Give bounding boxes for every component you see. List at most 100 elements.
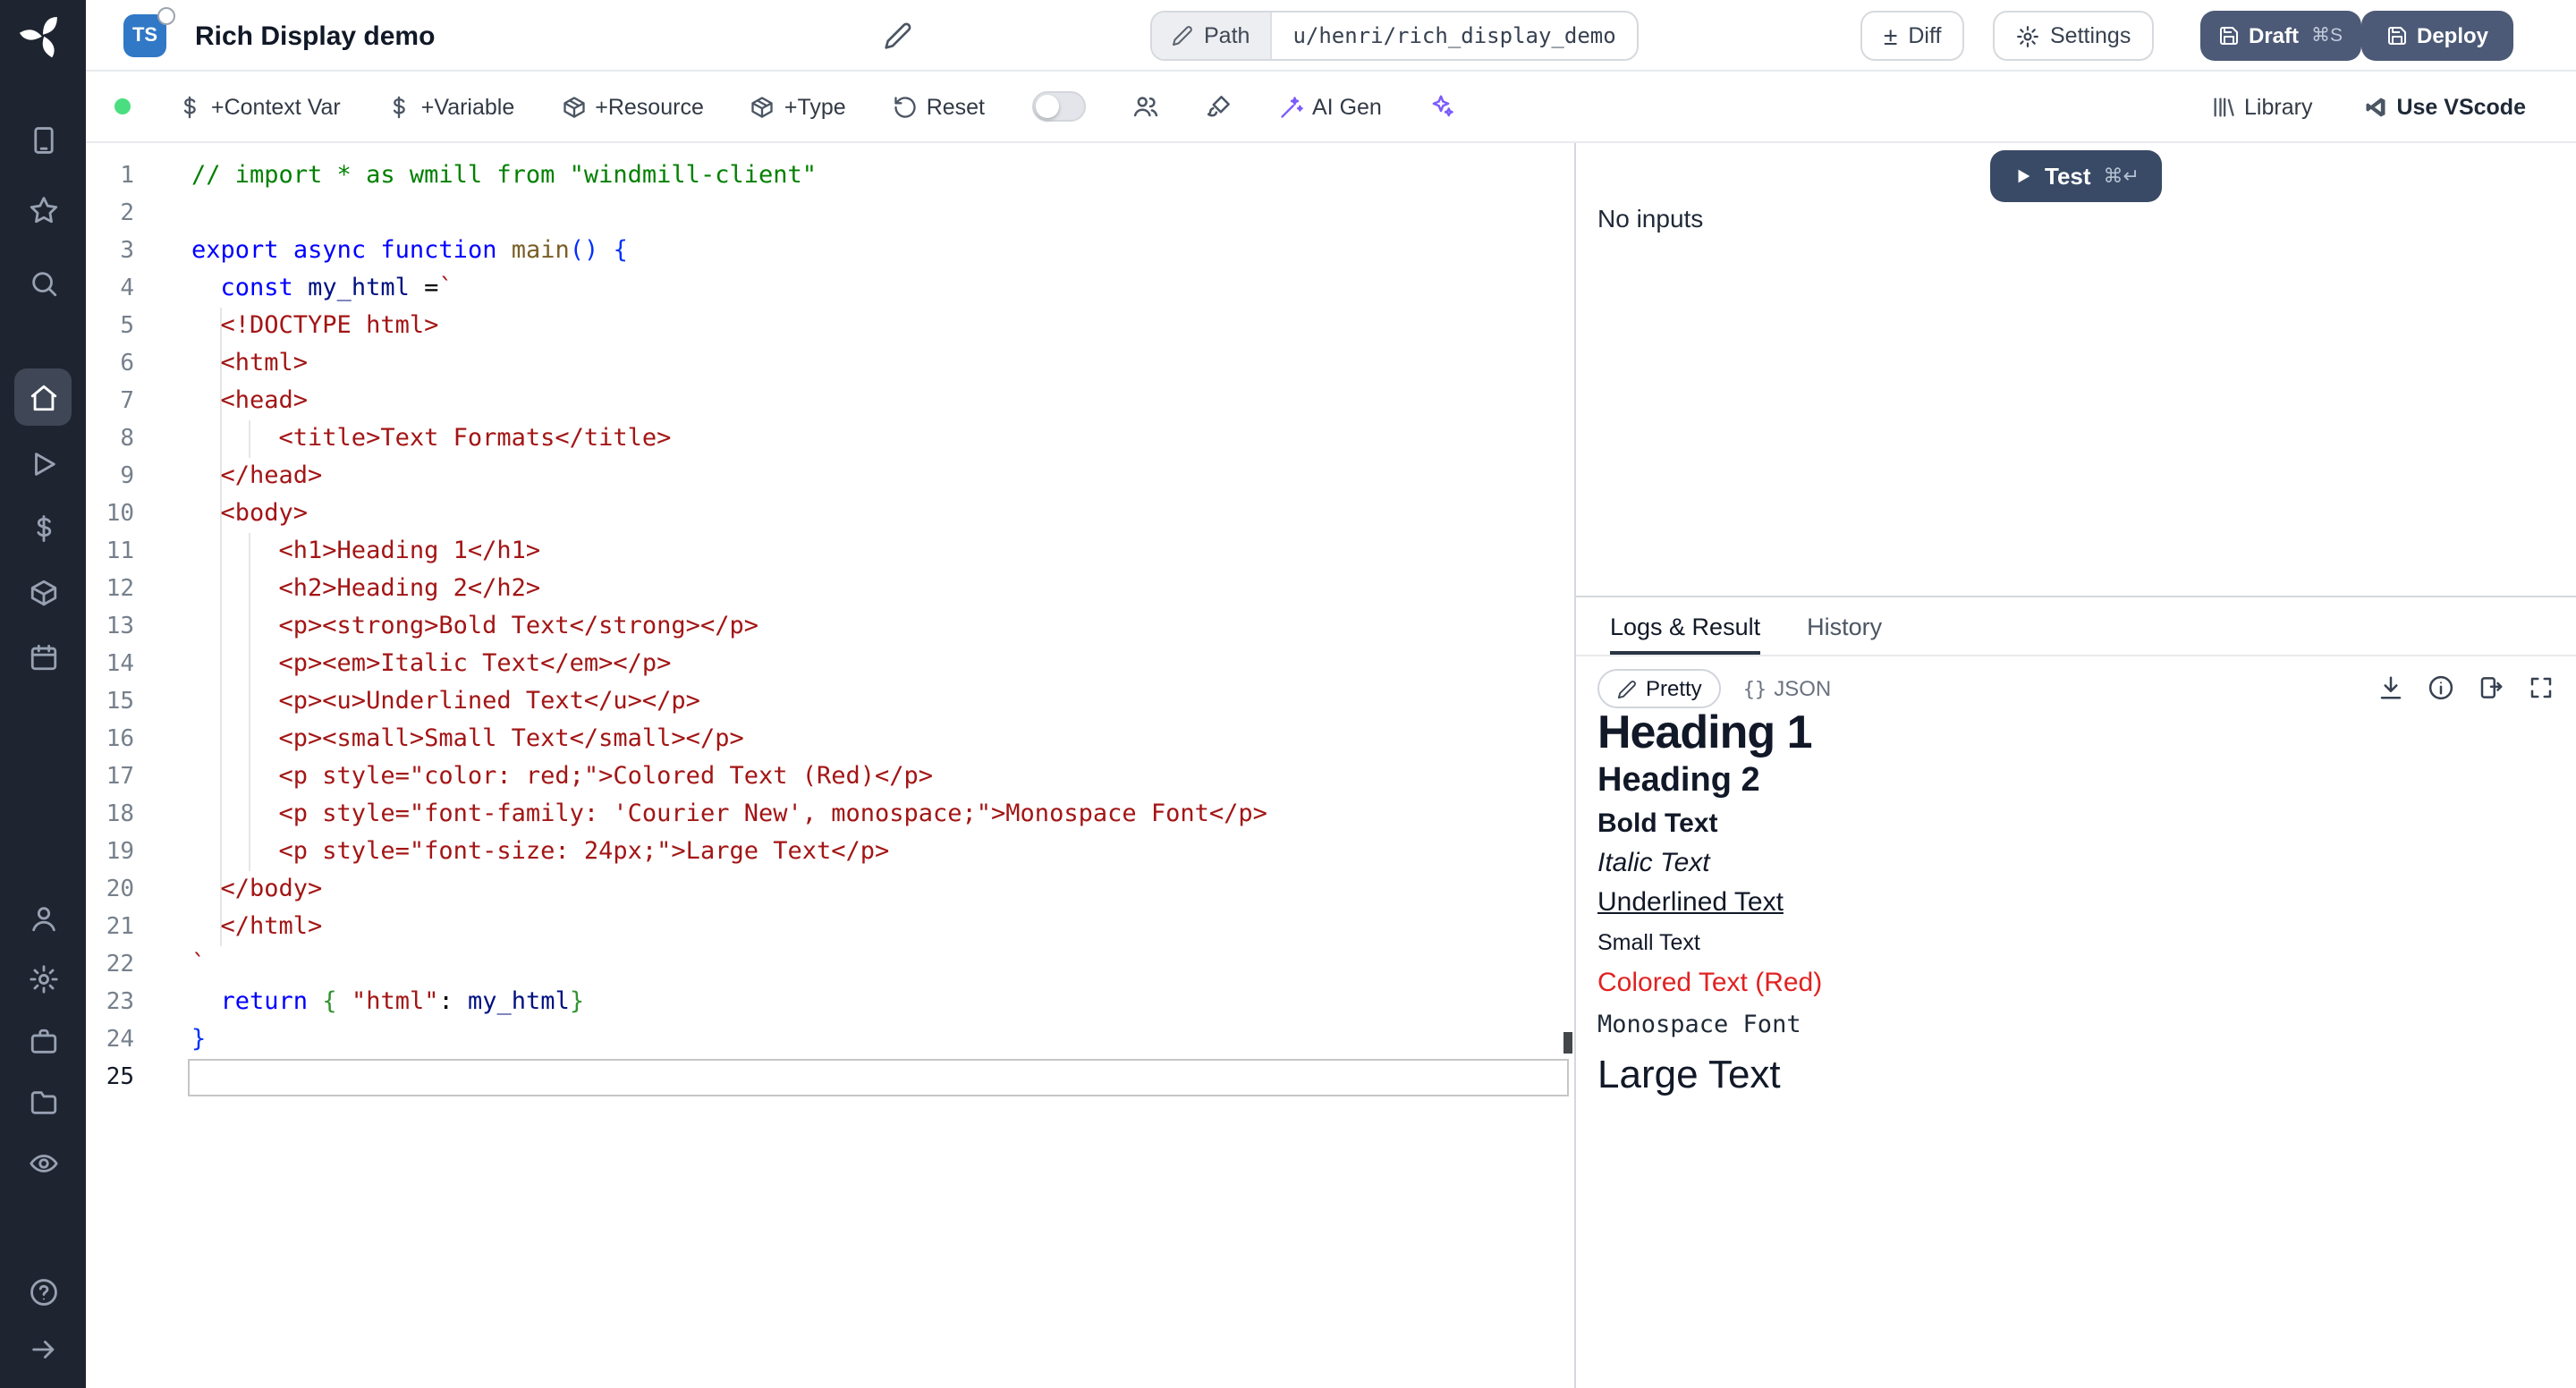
code-line[interactable]: <p style="font-size: 24px;">Large Text</… bbox=[191, 834, 1267, 871]
code-token: my_html bbox=[468, 987, 570, 1016]
library-button[interactable]: Library bbox=[2210, 94, 2312, 119]
code-line[interactable]: // import * as wmill from "windmill-clie… bbox=[191, 157, 1267, 195]
pretty-view-button[interactable]: Pretty bbox=[1597, 669, 1722, 708]
tab-logs-and-result[interactable]: Logs & Result bbox=[1610, 597, 1760, 655]
code-editor[interactable]: 1234567891011121314151617181920212223242… bbox=[86, 143, 1574, 1388]
top-header: TS Rich Display demo Path u/henri/rich_d… bbox=[86, 0, 2576, 72]
sidebar-item-search[interactable] bbox=[14, 254, 72, 311]
code-line[interactable]: <p style="font-family: 'Courier New', mo… bbox=[191, 796, 1267, 834]
code-line[interactable]: <title>Text Formats</title> bbox=[191, 420, 1267, 458]
add-context-var-button[interactable]: +Context Var bbox=[177, 94, 341, 119]
line-number: 2 bbox=[86, 195, 134, 233]
code-line[interactable]: const my_html =` bbox=[191, 270, 1267, 308]
code-line[interactable]: <body> bbox=[191, 495, 1267, 533]
format-button[interactable] bbox=[1205, 93, 1232, 120]
sidebar-item-resources[interactable] bbox=[14, 563, 72, 621]
code-token: () bbox=[570, 236, 599, 265]
line-number: 13 bbox=[86, 608, 134, 646]
sidebar-item-apps[interactable] bbox=[14, 111, 72, 168]
reset-button[interactable]: Reset bbox=[893, 94, 985, 119]
result-underlined-text: Underlined Text bbox=[1597, 885, 2555, 921]
help-icon bbox=[28, 1276, 58, 1307]
sidebar-item-variables[interactable] bbox=[14, 499, 72, 556]
sidebar-item-help[interactable] bbox=[14, 1263, 72, 1320]
test-shortcut: ⌘↵ bbox=[2104, 165, 2140, 188]
result-italic-text: Italic Text bbox=[1597, 846, 2555, 882]
use-vscode-label: Use VScode bbox=[2396, 94, 2526, 119]
add-resource-button[interactable]: +Resource bbox=[561, 94, 704, 119]
multiplayer-button[interactable] bbox=[1131, 93, 1158, 120]
star-icon bbox=[28, 194, 58, 224]
code-line[interactable]: <!DOCTYPE html> bbox=[191, 308, 1267, 345]
info-icon[interactable] bbox=[2428, 674, 2454, 701]
code-line[interactable]: <head> bbox=[191, 383, 1267, 420]
line-number: 1 bbox=[86, 157, 134, 195]
test-button[interactable]: Test ⌘↵ bbox=[1989, 150, 2163, 202]
dollar-icon bbox=[387, 94, 412, 119]
code-line[interactable]: <h1>Heading 1</h1> bbox=[191, 533, 1267, 571]
code-token: ` bbox=[438, 274, 453, 302]
code-token: my_html bbox=[308, 274, 410, 302]
folder-icon bbox=[28, 1087, 58, 1117]
braces-icon: {} bbox=[1743, 677, 1767, 700]
diff-mode-toggle[interactable] bbox=[1031, 91, 1085, 122]
windmill-logo-icon[interactable] bbox=[18, 11, 68, 61]
add-variable-label: +Variable bbox=[421, 94, 514, 119]
code-line[interactable]: <p style="color: red;">Colored Text (Red… bbox=[191, 758, 1267, 796]
code-token: { bbox=[614, 236, 628, 265]
draft-button[interactable]: Draft ⌘S bbox=[2200, 11, 2360, 61]
ai-gen-label: AI Gen bbox=[1312, 94, 1382, 119]
code-line[interactable] bbox=[191, 1059, 1267, 1096]
code-token: main bbox=[512, 236, 570, 265]
sidebar-item-audit[interactable] bbox=[14, 1134, 72, 1191]
settings-button-label: Settings bbox=[2050, 23, 2131, 48]
sidebar-item-users[interactable] bbox=[14, 889, 72, 946]
deploy-button[interactable]: Deploy bbox=[2361, 11, 2513, 61]
code-line[interactable]: </head> bbox=[191, 458, 1267, 495]
code-line[interactable]: return { "html": my_html} bbox=[191, 984, 1267, 1021]
tab-history[interactable]: History bbox=[1807, 597, 1882, 655]
add-type-button[interactable]: +Type bbox=[750, 94, 846, 119]
use-vscode-button[interactable]: Use VScode bbox=[2362, 94, 2526, 119]
editor-code[interactable]: // import * as wmill from "windmill-clie… bbox=[191, 157, 1267, 1096]
code-token: <head> bbox=[191, 386, 308, 415]
json-view-button[interactable]: {} JSON bbox=[1743, 676, 1832, 701]
sidebar-item-settings[interactable] bbox=[14, 950, 72, 1007]
code-line[interactable]: <html> bbox=[191, 345, 1267, 383]
code-line[interactable]: <p><small>Small Text</small></p> bbox=[191, 721, 1267, 758]
code-token: "html" bbox=[352, 987, 439, 1016]
sidebar-item-favorites[interactable] bbox=[14, 181, 72, 238]
ai-gen-button[interactable]: AI Gen bbox=[1278, 94, 1382, 119]
code-line[interactable] bbox=[191, 195, 1267, 233]
code-line[interactable]: ` bbox=[191, 946, 1267, 984]
code-line[interactable]: </html> bbox=[191, 909, 1267, 946]
typescript-badge: TS bbox=[123, 14, 166, 57]
line-number: 5 bbox=[86, 308, 134, 345]
diff-button[interactable]: ± Diff bbox=[1860, 11, 1964, 61]
line-number: 6 bbox=[86, 345, 134, 383]
code-line[interactable]: } bbox=[191, 1021, 1267, 1059]
code-line[interactable]: <p><u>Underlined Text</u></p> bbox=[191, 683, 1267, 721]
sidebar-item-schedules[interactable] bbox=[14, 628, 72, 685]
settings-button[interactable]: Settings bbox=[1993, 11, 2154, 61]
sidebar-item-collapse[interactable] bbox=[14, 1320, 72, 1377]
sidebar-item-workers[interactable] bbox=[14, 1012, 72, 1070]
code-line[interactable]: </body> bbox=[191, 871, 1267, 909]
code-line[interactable]: <p><strong>Bold Text</strong></p> bbox=[191, 608, 1267, 646]
path-field[interactable]: Path u/henri/rich_display_demo bbox=[1150, 11, 1640, 61]
ai-assistant-button[interactable] bbox=[1428, 93, 1455, 120]
code-line[interactable]: export async function main() { bbox=[191, 233, 1267, 270]
edit-summary-pencil-icon[interactable] bbox=[884, 21, 912, 50]
download-icon[interactable] bbox=[2377, 674, 2404, 701]
code-line[interactable]: <h2>Heading 2</h2> bbox=[191, 571, 1267, 608]
copy-icon[interactable] bbox=[2478, 674, 2504, 701]
add-variable-button[interactable]: +Variable bbox=[387, 94, 514, 119]
sidebar-item-folders[interactable] bbox=[14, 1073, 72, 1130]
expand-icon[interactable] bbox=[2528, 674, 2555, 701]
sidebar-item-home[interactable] bbox=[14, 368, 72, 426]
sidebar-item-runs[interactable] bbox=[14, 435, 72, 492]
box-icon bbox=[28, 577, 58, 607]
toolbar-right-group: Library Use VScode bbox=[2210, 94, 2526, 119]
line-number: 8 bbox=[86, 420, 134, 458]
code-line[interactable]: <p><em>Italic Text</em></p> bbox=[191, 646, 1267, 683]
